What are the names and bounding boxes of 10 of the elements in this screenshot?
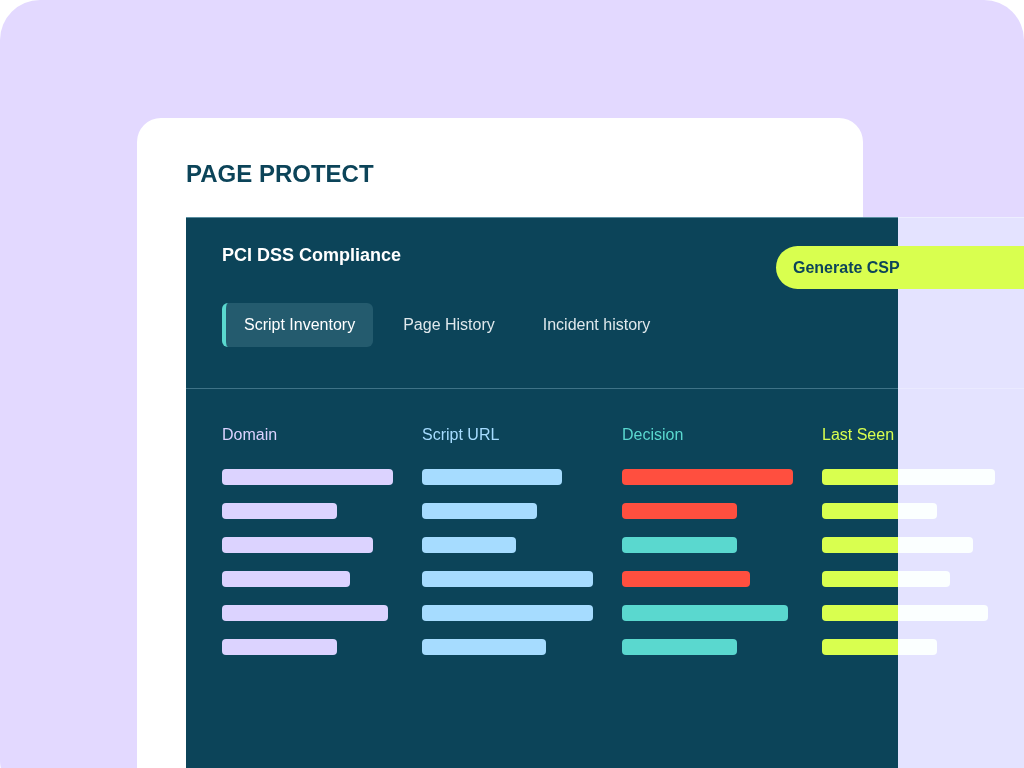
tab[interactable]: Page History [385, 303, 513, 347]
app-title: PAGE PROTECT [186, 162, 374, 186]
panel-title: PCI DSS Compliance [222, 244, 402, 267]
column-header: Decision [622, 426, 684, 443]
column-header: Domain [222, 426, 278, 443]
tab[interactable]: Incident history [524, 303, 669, 347]
column-header: Script URL [422, 426, 500, 443]
tab[interactable]: Script Inventory [222, 303, 374, 347]
generate-csp-button[interactable]: Generate CSP [776, 246, 1024, 289]
column-header: Last Seen [822, 426, 895, 443]
